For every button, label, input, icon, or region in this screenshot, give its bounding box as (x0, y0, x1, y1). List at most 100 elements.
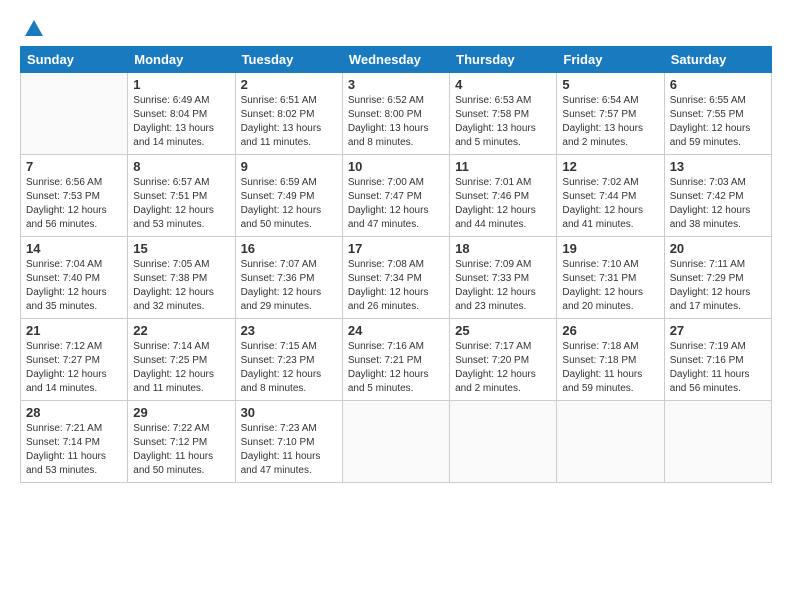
day-info: Sunrise: 7:23 AM Sunset: 7:10 PM Dayligh… (241, 422, 337, 478)
day-info: Sunrise: 7:22 AM Sunset: 7:12 PM Dayligh… (133, 422, 229, 478)
day-number: 6 (670, 77, 766, 92)
day-info: Sunrise: 7:04 AM Sunset: 7:40 PM Dayligh… (26, 258, 122, 314)
day-info: Sunrise: 7:15 AM Sunset: 7:23 PM Dayligh… (241, 340, 337, 396)
day-number: 1 (133, 77, 229, 92)
calendar-cell: 17 Sunrise: 7:08 AM Sunset: 7:34 PM Dayli… (342, 237, 449, 319)
calendar-cell: 11 Sunrise: 7:01 AM Sunset: 7:46 PM Dayli… (450, 155, 557, 237)
day-info: Sunrise: 6:54 AM Sunset: 7:57 PM Dayligh… (562, 94, 658, 150)
calendar-cell: 23 Sunrise: 7:15 AM Sunset: 7:23 PM Dayli… (235, 319, 342, 401)
calendar-cell: 28 Sunrise: 7:21 AM Sunset: 7:14 PM Dayli… (21, 401, 128, 483)
day-number: 5 (562, 77, 658, 92)
calendar-week-1: 1 Sunrise: 6:49 AM Sunset: 8:04 PM Daylig… (21, 73, 772, 155)
calendar-cell: 26Sunrise: 7:18 AM Sunset: 7:18 PM Dayli… (557, 319, 664, 401)
calendar-header-row: SundayMondayTuesdayWednesdayThursdayFrid… (21, 47, 772, 73)
day-info: Sunrise: 6:59 AM Sunset: 7:49 PM Dayligh… (241, 176, 337, 232)
calendar-cell (664, 401, 771, 483)
day-number: 20 (670, 241, 766, 256)
day-info: Sunrise: 7:09 AM Sunset: 7:33 PM Dayligh… (455, 258, 551, 314)
day-info: Sunrise: 7:11 AM Sunset: 7:29 PM Dayligh… (670, 258, 766, 314)
calendar-cell: 5 Sunrise: 6:54 AM Sunset: 7:57 PM Daylig… (557, 73, 664, 155)
day-info: Sunrise: 7:01 AM Sunset: 7:46 PM Dayligh… (455, 176, 551, 232)
day-info: Sunrise: 7:12 AM Sunset: 7:27 PM Dayligh… (26, 340, 122, 396)
calendar-cell (342, 401, 449, 483)
calendar-cell: 6 Sunrise: 6:55 AM Sunset: 7:55 PM Daylig… (664, 73, 771, 155)
calendar-header-tuesday: Tuesday (235, 47, 342, 73)
day-info: Sunrise: 6:51 AM Sunset: 8:02 PM Dayligh… (241, 94, 337, 150)
header (20, 18, 772, 36)
calendar-cell: 22 Sunrise: 7:14 AM Sunset: 7:25 PM Dayli… (128, 319, 235, 401)
calendar-cell: 19Sunrise: 7:10 AM Sunset: 7:31 PM Dayli… (557, 237, 664, 319)
calendar-cell: 29 Sunrise: 7:22 AM Sunset: 7:12 PM Dayli… (128, 401, 235, 483)
day-info: Sunrise: 6:53 AM Sunset: 7:58 PM Dayligh… (455, 94, 551, 150)
calendar-cell (450, 401, 557, 483)
calendar-week-2: 7 Sunrise: 6:56 AM Sunset: 7:53 PM Daylig… (21, 155, 772, 237)
calendar-header-wednesday: Wednesday (342, 47, 449, 73)
day-info: Sunrise: 7:18 AM Sunset: 7:18 PM Dayligh… (562, 340, 658, 396)
calendar-cell: 27 Sunrise: 7:19 AM Sunset: 7:16 PM Dayli… (664, 319, 771, 401)
day-info: Sunrise: 7:08 AM Sunset: 7:34 PM Dayligh… (348, 258, 444, 314)
day-number: 25 (455, 323, 551, 338)
calendar-cell: 2 Sunrise: 6:51 AM Sunset: 8:02 PM Daylig… (235, 73, 342, 155)
day-info: Sunrise: 7:07 AM Sunset: 7:36 PM Dayligh… (241, 258, 337, 314)
calendar-cell: 9 Sunrise: 6:59 AM Sunset: 7:49 PM Daylig… (235, 155, 342, 237)
calendar-header-thursday: Thursday (450, 47, 557, 73)
calendar-cell: 20 Sunrise: 7:11 AM Sunset: 7:29 PM Dayli… (664, 237, 771, 319)
calendar-cell: 12 Sunrise: 7:02 AM Sunset: 7:44 PM Dayli… (557, 155, 664, 237)
calendar: SundayMondayTuesdayWednesdayThursdayFrid… (20, 46, 772, 483)
calendar-cell: 21 Sunrise: 7:12 AM Sunset: 7:27 PM Dayli… (21, 319, 128, 401)
calendar-cell: 25Sunrise: 7:17 AM Sunset: 7:20 PM Dayli… (450, 319, 557, 401)
day-number: 16 (241, 241, 337, 256)
day-number: 4 (455, 77, 551, 92)
logo (20, 18, 45, 36)
calendar-week-4: 21 Sunrise: 7:12 AM Sunset: 7:27 PM Dayli… (21, 319, 772, 401)
day-number: 17 (348, 241, 444, 256)
day-info: Sunrise: 7:02 AM Sunset: 7:44 PM Dayligh… (562, 176, 658, 232)
day-number: 13 (670, 159, 766, 174)
day-info: Sunrise: 6:55 AM Sunset: 7:55 PM Dayligh… (670, 94, 766, 150)
day-number: 9 (241, 159, 337, 174)
day-number: 27 (670, 323, 766, 338)
calendar-cell: 1 Sunrise: 6:49 AM Sunset: 8:04 PM Daylig… (128, 73, 235, 155)
calendar-cell: 30 Sunrise: 7:23 AM Sunset: 7:10 PM Dayli… (235, 401, 342, 483)
day-number: 22 (133, 323, 229, 338)
calendar-cell: 16 Sunrise: 7:07 AM Sunset: 7:36 PM Dayli… (235, 237, 342, 319)
day-number: 29 (133, 405, 229, 420)
day-info: Sunrise: 6:56 AM Sunset: 7:53 PM Dayligh… (26, 176, 122, 232)
day-info: Sunrise: 7:21 AM Sunset: 7:14 PM Dayligh… (26, 422, 122, 478)
day-number: 10 (348, 159, 444, 174)
day-info: Sunrise: 7:03 AM Sunset: 7:42 PM Dayligh… (670, 176, 766, 232)
day-number: 30 (241, 405, 337, 420)
day-info: Sunrise: 6:49 AM Sunset: 8:04 PM Dayligh… (133, 94, 229, 150)
day-number: 15 (133, 241, 229, 256)
calendar-header-saturday: Saturday (664, 47, 771, 73)
calendar-cell: 13 Sunrise: 7:03 AM Sunset: 7:42 PM Dayli… (664, 155, 771, 237)
calendar-cell (21, 73, 128, 155)
calendar-week-3: 14Sunrise: 7:04 AM Sunset: 7:40 PM Dayli… (21, 237, 772, 319)
day-number: 23 (241, 323, 337, 338)
day-info: Sunrise: 6:52 AM Sunset: 8:00 PM Dayligh… (348, 94, 444, 150)
day-number: 8 (133, 159, 229, 174)
calendar-cell: 18 Sunrise: 7:09 AM Sunset: 7:33 PM Dayli… (450, 237, 557, 319)
day-info: Sunrise: 7:16 AM Sunset: 7:21 PM Dayligh… (348, 340, 444, 396)
day-info: Sunrise: 7:10 AM Sunset: 7:31 PM Dayligh… (562, 258, 658, 314)
day-number: 21 (26, 323, 122, 338)
day-number: 7 (26, 159, 122, 174)
logo-icon (23, 18, 45, 40)
day-info: Sunrise: 7:19 AM Sunset: 7:16 PM Dayligh… (670, 340, 766, 396)
calendar-header-friday: Friday (557, 47, 664, 73)
day-number: 11 (455, 159, 551, 174)
page: SundayMondayTuesdayWednesdayThursdayFrid… (0, 0, 792, 612)
day-number: 28 (26, 405, 122, 420)
day-number: 12 (562, 159, 658, 174)
day-info: Sunrise: 7:14 AM Sunset: 7:25 PM Dayligh… (133, 340, 229, 396)
calendar-cell: 14Sunrise: 7:04 AM Sunset: 7:40 PM Dayli… (21, 237, 128, 319)
day-number: 3 (348, 77, 444, 92)
day-number: 18 (455, 241, 551, 256)
calendar-cell (557, 401, 664, 483)
day-info: Sunrise: 7:05 AM Sunset: 7:38 PM Dayligh… (133, 258, 229, 314)
day-info: Sunrise: 7:00 AM Sunset: 7:47 PM Dayligh… (348, 176, 444, 232)
calendar-cell: 7 Sunrise: 6:56 AM Sunset: 7:53 PM Daylig… (21, 155, 128, 237)
calendar-cell: 3 Sunrise: 6:52 AM Sunset: 8:00 PM Daylig… (342, 73, 449, 155)
calendar-header-monday: Monday (128, 47, 235, 73)
day-number: 2 (241, 77, 337, 92)
